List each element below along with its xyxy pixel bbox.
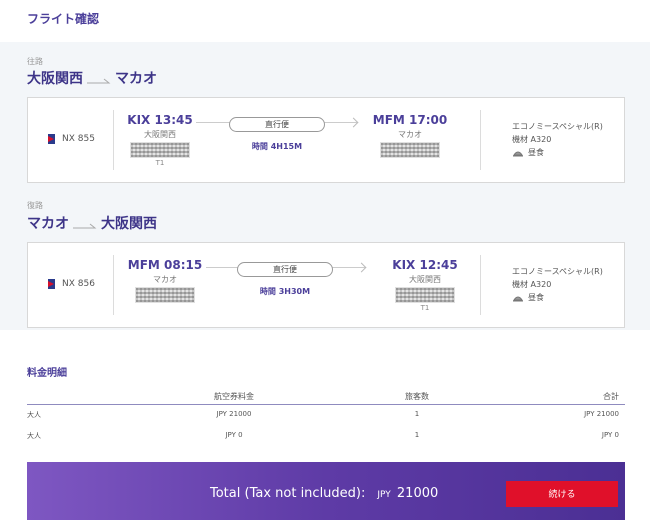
dep-city: 大阪関西 [144, 130, 176, 139]
aircraft: 機材 A320 [512, 135, 552, 144]
outbound-stop-badge: 直行便 [229, 117, 325, 132]
card-divider [480, 255, 481, 315]
fare-header-row: 航空券料金 旅客数 合計 [27, 386, 625, 405]
dep-code-time: MFM 08:15 [127, 258, 203, 272]
dep-terminal: T1 [155, 159, 165, 167]
dep-city: マカオ [153, 275, 177, 284]
arr-airport-image [395, 287, 455, 303]
ticket-fare: JPY 0 [225, 431, 243, 439]
inbound-cabin-info: エコノミースペシャル(R) 機材 A320 昼食 [512, 265, 603, 304]
cabin-class: エコノミースペシャル(R) [512, 267, 603, 276]
meal-label: 昼食 [528, 148, 544, 157]
inbound-label: 復路 [27, 201, 43, 210]
dep-airport-image [130, 142, 190, 158]
meal-cloche-icon [513, 296, 523, 301]
inbound-flight-number: NX 856 [62, 279, 95, 289]
cabin-class: エコノミースペシャル(R) [512, 122, 603, 131]
aircraft: 機材 A320 [512, 280, 552, 289]
outbound-label: 往路 [27, 57, 43, 66]
timeline-arrow-icon [356, 262, 367, 273]
outbound-airline: NX 855 [45, 134, 95, 144]
arr-code-time: KIX 12:45 [392, 258, 458, 272]
inbound-duration: 時間 3H30M [259, 287, 311, 296]
total-label: Total (Tax not included): [210, 486, 366, 501]
page-title: フライト確認 [27, 12, 100, 26]
arr-airport-image [380, 142, 440, 158]
outbound-arrival: MFM 17:00 マカオ [370, 113, 450, 158]
card-divider [480, 110, 481, 170]
outbound-duration: 時間 4H15M [251, 142, 303, 151]
meal-info: 昼食 [512, 291, 603, 304]
inbound-origin: マカオ [27, 216, 69, 232]
outbound-flight-number: NX 855 [62, 134, 95, 144]
passenger-type: 大人 [27, 432, 41, 440]
arr-code-time: MFM 17:00 [372, 113, 448, 127]
header-total: 合計 [603, 392, 619, 401]
outbound-origin: 大阪関西 [27, 71, 83, 87]
passenger-count: 1 [414, 431, 420, 439]
inbound-destination: 大阪関西 [101, 216, 157, 232]
route-arrow-icon [87, 78, 111, 84]
card-divider [113, 255, 114, 315]
inbound-flight-card: NX 856 MFM 08:15 マカオ 直行便 時間 3H30M KIX 12… [27, 242, 625, 328]
outbound-flight-card: NX 855 KIX 13:45 大阪関西 T1 直行便 時間 4H15M MF… [27, 97, 625, 183]
fare-title: 料金明細 [27, 368, 67, 379]
continue-button[interactable]: 続ける [506, 481, 618, 507]
dep-airport-image [135, 287, 195, 303]
total-amount: 21000 [396, 486, 439, 501]
meal-info: 昼食 [512, 146, 603, 159]
outbound-destination: マカオ [115, 71, 157, 87]
outbound-departure: KIX 13:45 大阪関西 T1 [120, 113, 200, 167]
total-currency: JPY [377, 490, 391, 500]
inbound-stop-badge: 直行便 [237, 262, 333, 277]
outbound-route: 大阪関西 マカオ [27, 68, 157, 88]
arr-city: 大阪関西 [409, 275, 441, 284]
meal-label: 昼食 [528, 293, 544, 302]
inbound-route: マカオ 大阪関西 [27, 213, 157, 233]
row-total: JPY 0 [601, 431, 619, 439]
meal-cloche-icon [513, 151, 523, 156]
total-summary: Total (Tax not included): JPY 21000 [210, 486, 438, 501]
airline-logo-icon [45, 134, 55, 144]
total-bar: Total (Tax not included): JPY 21000 続ける [27, 462, 625, 520]
table-row: 大人 JPY 21000 1 JPY 21000 [27, 405, 625, 426]
fare-table: 航空券料金 旅客数 合計 大人 JPY 21000 1 JPY 21000 大人… [27, 386, 625, 447]
table-row: 大人 JPY 0 1 JPY 0 [27, 426, 625, 447]
inbound-arrival: KIX 12:45 大阪関西 T1 [385, 258, 465, 312]
passenger-count: 1 [414, 410, 420, 418]
ticket-fare: JPY 21000 [216, 410, 252, 418]
row-total: JPY 21000 [584, 410, 619, 418]
dep-code-time: KIX 13:45 [127, 113, 193, 127]
inbound-airline: NX 856 [45, 279, 95, 289]
passenger-type: 大人 [27, 411, 41, 419]
header-fare: 航空券料金 [214, 392, 254, 401]
arr-city: マカオ [398, 130, 422, 139]
inbound-departure: MFM 08:15 マカオ [120, 258, 210, 303]
card-divider [113, 110, 114, 170]
outbound-cabin-info: エコノミースペシャル(R) 機材 A320 昼食 [512, 120, 603, 159]
arr-terminal: T1 [420, 304, 430, 312]
timeline-arrow-icon [348, 117, 359, 128]
header-passengers: 旅客数 [405, 392, 429, 401]
airline-logo-icon [45, 279, 55, 289]
route-arrow-icon [73, 223, 97, 229]
